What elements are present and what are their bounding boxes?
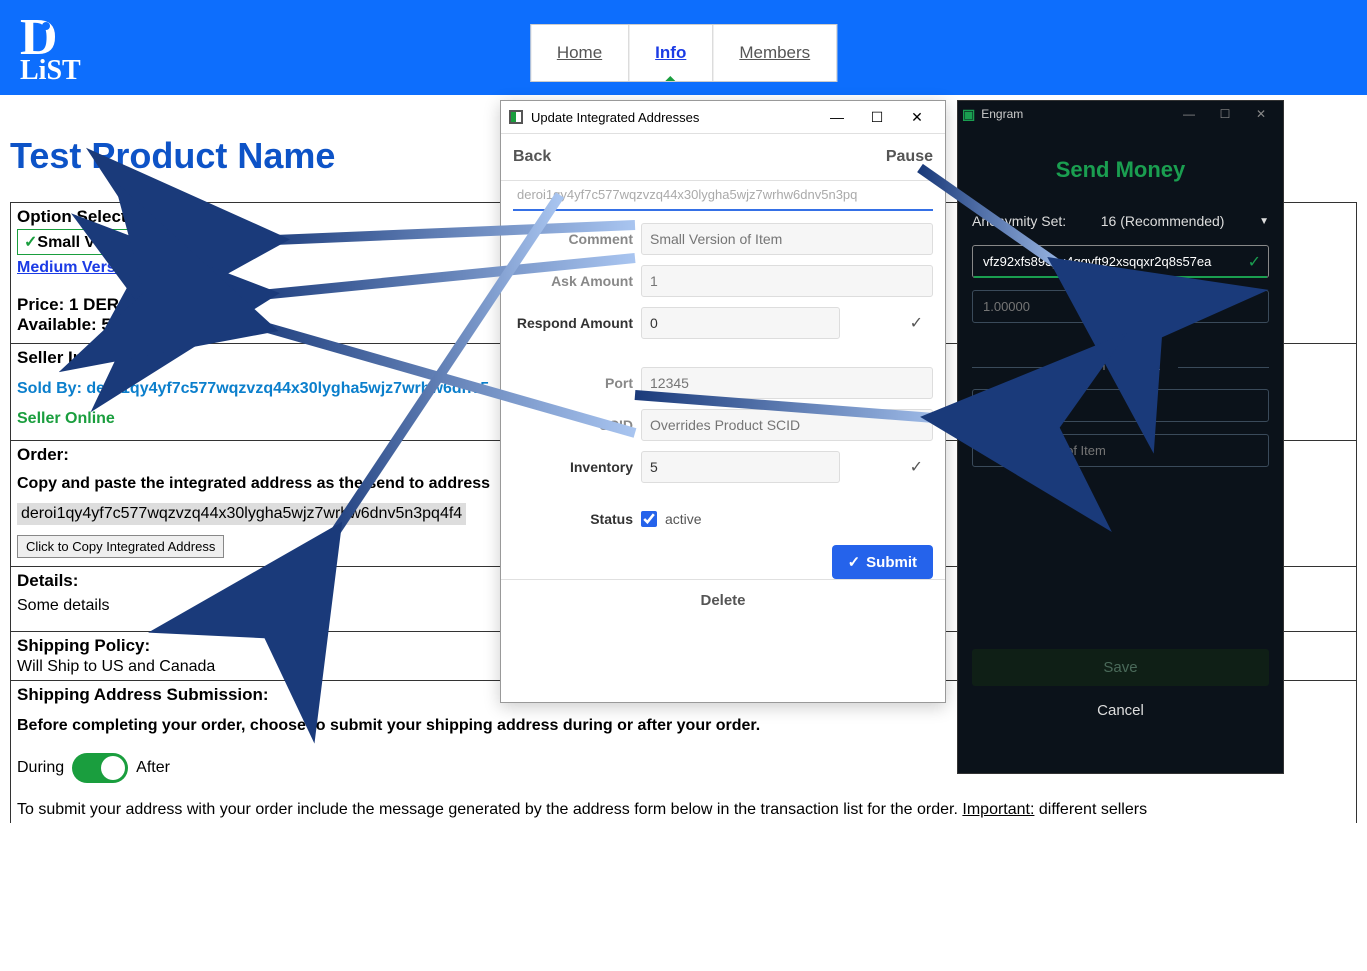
toggle-during-label: During [17,759,64,777]
status-label: Status [513,511,641,527]
save-button[interactable]: Save [972,649,1269,686]
send-address-input[interactable] [972,245,1269,278]
integrated-address[interactable]: deroi1qy4yf7c577wqzvzq44x30lygha5wjz7wrh… [17,503,466,525]
check-icon: ✓ [1248,252,1261,272]
engram-icon: ▣ [962,106,975,123]
update-addresses-window: Update Integrated Addresses — ☐ ✕ Back P… [500,100,946,703]
modal1-titlebar[interactable]: Update Integrated Addresses — ☐ ✕ [501,101,945,134]
option-alt-link[interactable]: Medium Version... [17,259,153,277]
logo: D LiST [20,8,81,87]
check-icon: ✓ [24,234,37,251]
optional-port-input[interactable] [972,389,1269,422]
nav-info[interactable]: Info [629,25,713,81]
close-button[interactable]: ✕ [897,105,937,129]
modal2-titlebar[interactable]: ▣ Engram — ☐ ✕ [958,101,1283,127]
pause-button[interactable]: Pause [886,148,933,166]
ask-amount-label: Ask Amount [513,273,641,289]
header: D LiST Home Info Members [0,0,1367,95]
submit-button[interactable]: ✓ Submit [832,545,933,579]
port-input[interactable] [641,367,933,399]
scid-input[interactable] [641,409,933,441]
optional-comment-input[interactable] [972,434,1269,467]
close-button[interactable]: ✕ [1243,107,1279,121]
anonymity-dropdown[interactable]: Anonymity Set: 16 (Recommended) ▼ [972,213,1269,229]
app-icon [509,110,523,124]
optional-divider: OPTIONAL [972,361,1269,373]
delete-button[interactable]: Delete [501,579,945,621]
engram-window: ▣ Engram — ☐ ✕ Send Money Anonymity Set:… [957,100,1284,774]
scid-label: SCID [513,417,641,433]
send-money-title: Send Money [972,157,1269,183]
shipping-submit-text: To submit your address with your order i… [17,801,1350,819]
minimize-button[interactable]: — [1171,107,1207,121]
amount-input[interactable] [972,290,1269,323]
address-field[interactable]: deroi1qy4yf7c577wqzvzq44x30lygha5wjz7wrh… [513,181,933,211]
modal1-nav: Back Pause [501,134,945,181]
option-selected-label: Small Version of Item [37,234,199,251]
active-label: active [665,511,702,527]
during-after-toggle[interactable] [72,753,128,783]
modal1-body: deroi1qy4yf7c577wqzvzq44x30lygha5wjz7wrh… [501,181,945,702]
ask-amount-input[interactable] [641,265,933,297]
modal2-title: Engram [981,107,1171,121]
maximize-button[interactable]: ☐ [1207,107,1243,121]
active-checkbox[interactable] [641,511,657,527]
inventory-input[interactable] [641,451,840,483]
comment-label: Comment [513,231,641,247]
nav-members[interactable]: Members [713,25,836,81]
nav: Home Info Members [530,24,837,82]
port-label: Port [513,375,641,391]
check-icon: ✓ [910,313,923,333]
toggle-after-label: After [136,759,170,777]
respond-amount-label: Respond Amount [513,315,641,331]
check-icon: ✓ [910,457,923,477]
check-icon: ✓ [848,553,861,571]
maximize-button[interactable]: ☐ [857,105,897,129]
modal2-body: Send Money Anonymity Set: 16 (Recommende… [958,127,1283,749]
option-selected[interactable]: ✓Small Version of Item [17,229,206,255]
respond-amount-input[interactable] [641,307,840,339]
modal1-title: Update Integrated Addresses [531,110,817,125]
nav-home[interactable]: Home [531,25,629,81]
copy-address-button[interactable]: Click to Copy Integrated Address [17,535,224,558]
back-button[interactable]: Back [513,148,551,166]
comment-input[interactable] [641,223,933,255]
cancel-button[interactable]: Cancel [972,686,1269,719]
chevron-down-icon: ▼ [1259,216,1269,227]
inventory-label: Inventory [513,459,641,475]
minimize-button[interactable]: — [817,105,857,129]
